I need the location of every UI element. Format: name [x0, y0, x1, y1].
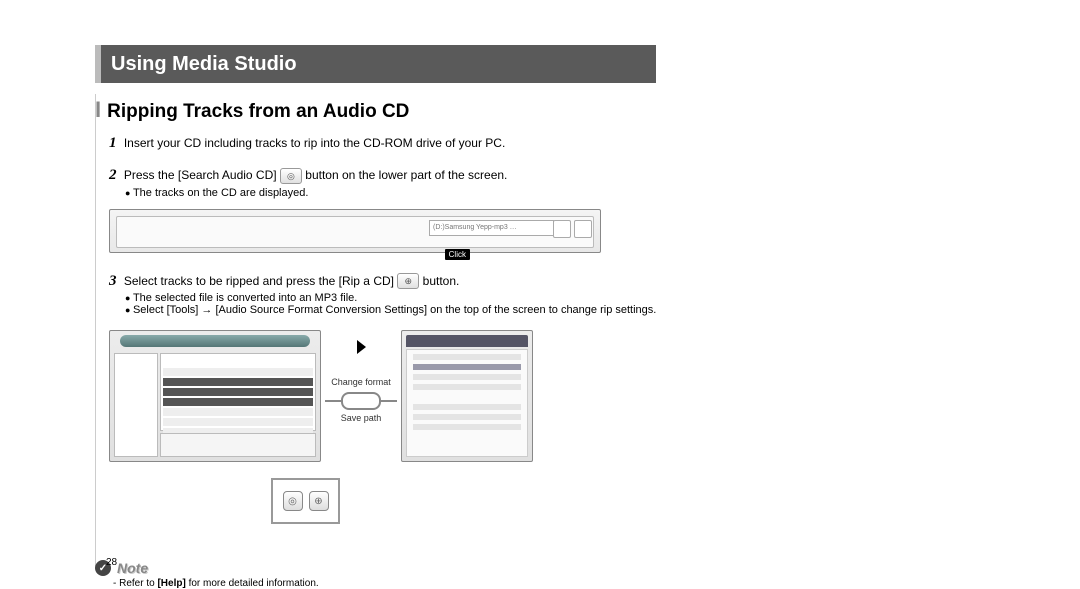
- step-number: 1: [109, 135, 117, 151]
- toolbar-buttons: [553, 220, 592, 238]
- step-text-pre: Press the [Search Audio CD]: [124, 168, 280, 182]
- figure-row: Change format Save path ◎ ⊕: [109, 330, 695, 530]
- chapter-title-bar: Using Media Studio: [95, 45, 656, 83]
- arrow-column: Change format Save path: [321, 330, 401, 424]
- change-format-label: Change format: [331, 378, 391, 388]
- connector-icon: [341, 392, 381, 410]
- step-text-post: button on the lower part of the screen.: [305, 168, 507, 182]
- screenshot-settings: [401, 330, 533, 462]
- screenshot-app: [109, 330, 321, 462]
- section-marker: I: [95, 97, 101, 123]
- detail-callout: ◎ ⊕: [271, 478, 340, 524]
- drive-dropdown: (D:)Samsung Yepp-mp3 …: [429, 220, 554, 236]
- step-2-bullet: The tracks on the CD are displayed.: [125, 187, 695, 199]
- rip-cd-icon: ⊕: [397, 273, 419, 289]
- step-1: 1 Insert your CD including tracks to rip…: [109, 133, 695, 155]
- settings-titlebar: [406, 335, 528, 347]
- step-3-bullet-2: Select [Tools] → [Audio Source Format Co…: [125, 304, 695, 316]
- click-callout: Click: [445, 249, 470, 260]
- save-path-label: Save path: [341, 414, 382, 424]
- rip-cd-detail-icon: ⊕: [309, 491, 329, 511]
- step-3: 3 Select tracks to be ripped and press t…: [109, 271, 695, 293]
- app-tracklist: [160, 353, 316, 431]
- app-titlebar: [120, 335, 310, 347]
- step-number: 3: [109, 273, 117, 289]
- search-cd-detail-icon: ◎: [283, 491, 303, 511]
- screenshot-toolbar: (D:)Samsung Yepp-mp3 … Click: [109, 209, 601, 253]
- step-text-post: button.: [423, 274, 460, 288]
- note-row: ✓ Note: [95, 560, 695, 576]
- step-2: 2 Press the [Search Audio CD] ◎ button o…: [109, 165, 695, 187]
- search-audio-cd-icon: ◎: [280, 168, 302, 184]
- app-bottom-bar: [160, 433, 316, 457]
- chapter-title: Using Media Studio: [111, 53, 297, 76]
- step-text: Insert your CD including tracks to rip i…: [124, 136, 505, 150]
- note-text: - Refer to [Help] for more detailed info…: [113, 578, 695, 589]
- section-title: Ripping Tracks from an Audio CD: [107, 101, 409, 123]
- right-arrow-icon: [357, 340, 366, 354]
- step-3-bullet-1: The selected file is converted into an M…: [125, 292, 695, 304]
- page-number: 28: [106, 557, 117, 568]
- toolbar-btn: [574, 220, 592, 238]
- settings-body: [406, 349, 528, 457]
- app-sidebar: [114, 353, 158, 457]
- section-heading: I Ripping Tracks from an Audio CD: [95, 97, 695, 123]
- toolbar-btn: [553, 220, 571, 238]
- step-text-pre: Select tracks to be ripped and press the…: [124, 274, 397, 288]
- note-label: Note: [117, 560, 148, 576]
- step-number: 2: [109, 167, 117, 183]
